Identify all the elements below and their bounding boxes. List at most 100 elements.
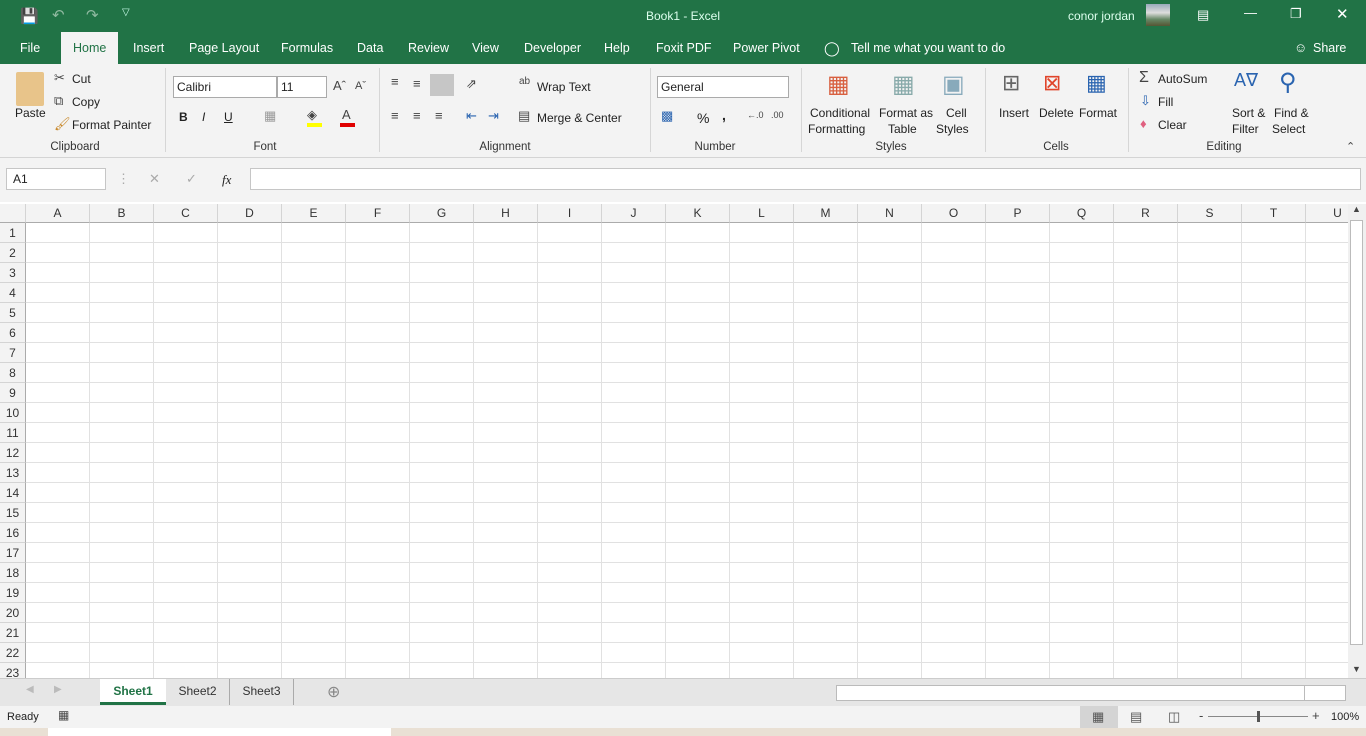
cut-button[interactable]: Cut [72, 72, 91, 86]
number-format-select[interactable]: General [657, 76, 789, 98]
tab-page-layout[interactable]: Page Layout [189, 32, 259, 64]
clear-button[interactable]: Clear [1158, 118, 1187, 132]
column-header-U[interactable]: U [1306, 204, 1348, 223]
row-header-14[interactable]: 14 [0, 483, 26, 503]
row-header-3[interactable]: 3 [0, 263, 26, 283]
prev-sheet-icon[interactable]: ◀ [26, 684, 34, 695]
vertical-scroll-thumb[interactable] [1350, 220, 1363, 645]
column-header-O[interactable]: O [922, 204, 986, 223]
align-middle-icon[interactable]: ≡ [413, 76, 421, 91]
row-header-13[interactable]: 13 [0, 463, 26, 483]
delete-cells-button[interactable]: Delete [1039, 106, 1074, 120]
row-header-9[interactable]: 9 [0, 383, 26, 403]
zoom-out-icon[interactable]: - [1199, 708, 1203, 723]
align-center-icon[interactable]: ≡ [413, 108, 421, 123]
tab-file[interactable]: File [20, 32, 40, 64]
enter-icon[interactable]: ✓ [186, 171, 197, 187]
worksheet-grid[interactable]: A B C D E F G H I J K L M N O P Q R S T U 1 2 3 4 5 6 7 8 9 10 11 12 13 14… [0, 204, 1348, 678]
copy-button[interactable]: Copy [72, 95, 100, 109]
column-header-H[interactable]: H [474, 204, 538, 223]
align-top-icon[interactable]: ≡ [391, 74, 399, 89]
restore-icon[interactable]: ❐ [1290, 6, 1302, 22]
vertical-scrollbar[interactable]: ▲ ▼ [1348, 204, 1366, 678]
bold-button[interactable]: B [179, 110, 188, 124]
comma-button[interactable]: , [722, 107, 726, 123]
decrease-font-icon[interactable]: Aˇ [355, 80, 366, 92]
increase-decimal-icon[interactable]: ←.0 [747, 110, 764, 120]
column-header-L[interactable]: L [730, 204, 794, 223]
column-header-J[interactable]: J [602, 204, 666, 223]
column-header-M[interactable]: M [794, 204, 858, 223]
row-header-19[interactable]: 19 [0, 583, 26, 603]
column-header-I[interactable]: I [538, 204, 602, 223]
formula-input[interactable] [250, 168, 1361, 190]
paste-icon[interactable] [16, 72, 44, 106]
row-header-1[interactable]: 1 [0, 223, 26, 243]
align-right-icon[interactable]: ≡ [435, 108, 443, 123]
add-sheet-icon[interactable]: ⊕ [327, 682, 340, 702]
tab-view[interactable]: View [472, 32, 499, 64]
zoom-in-icon[interactable]: + [1312, 708, 1320, 723]
column-header-G[interactable]: G [410, 204, 474, 223]
format-painter-button[interactable]: Format Painter [72, 118, 151, 132]
user-name[interactable]: conor jordan [1068, 9, 1135, 23]
borders-icon[interactable]: ▦ [264, 108, 276, 124]
font-color-icon[interactable]: A [342, 107, 351, 122]
row-header-20[interactable]: 20 [0, 603, 26, 623]
find-select-line1[interactable]: Find & [1274, 106, 1309, 120]
decrease-decimal-icon[interactable]: .00 [771, 110, 784, 120]
fill-color-icon[interactable]: ◈ [307, 107, 317, 123]
column-header-B[interactable]: B [90, 204, 154, 223]
macro-record-icon[interactable]: ▦ [58, 708, 69, 722]
row-header-5[interactable]: 5 [0, 303, 26, 323]
row-header-16[interactable]: 16 [0, 523, 26, 543]
tab-help[interactable]: Help [604, 32, 630, 64]
row-header-11[interactable]: 11 [0, 423, 26, 443]
sort-filter-line2[interactable]: Filter [1232, 122, 1259, 136]
conditional-formatting-line1[interactable]: Conditional [810, 106, 870, 120]
align-bottom-button[interactable] [430, 74, 454, 96]
autosum-button[interactable]: AutoSum [1158, 72, 1207, 86]
close-icon[interactable]: ✕ [1336, 5, 1349, 23]
sheet-tab-sheet3[interactable]: Sheet3 [230, 679, 294, 705]
name-box[interactable]: A1 [6, 168, 106, 190]
avatar[interactable] [1146, 4, 1170, 26]
select-all-button[interactable] [0, 204, 26, 223]
tab-developer[interactable]: Developer [524, 32, 581, 64]
tab-foxit-pdf[interactable]: Foxit PDF [656, 32, 712, 64]
fill-button[interactable]: Fill [1158, 95, 1173, 109]
italic-button[interactable]: I [202, 110, 205, 124]
taskbar-search[interactable] [48, 728, 391, 736]
wrap-text-button[interactable]: Wrap Text [537, 80, 591, 94]
row-header-21[interactable]: 21 [0, 623, 26, 643]
share-button[interactable]: Share [1313, 32, 1346, 64]
tab-review[interactable]: Review [408, 32, 449, 64]
scroll-down-icon[interactable]: ▼ [1352, 664, 1361, 674]
find-select-line2[interactable]: Select [1272, 122, 1305, 136]
row-header-10[interactable]: 10 [0, 403, 26, 423]
increase-font-icon[interactable]: Aˆ [333, 78, 346, 93]
font-size-select[interactable]: 11 [277, 76, 327, 98]
column-header-P[interactable]: P [986, 204, 1050, 223]
format-as-table-line2[interactable]: Table [888, 122, 917, 136]
tab-data[interactable]: Data [357, 32, 383, 64]
decrease-indent-icon[interactable]: ⇤ [466, 108, 477, 124]
insert-cells-button[interactable]: Insert [999, 106, 1029, 120]
font-name-select[interactable]: Calibri [173, 76, 277, 98]
accounting-format-icon[interactable]: ▩ [661, 108, 673, 124]
conditional-formatting-line2[interactable]: Formatting [808, 122, 865, 136]
tab-home[interactable]: Home [61, 32, 119, 64]
cell-styles-line1[interactable]: Cell [946, 106, 967, 120]
share-icon[interactable]: ☺ [1294, 40, 1307, 55]
column-header-N[interactable]: N [858, 204, 922, 223]
format-cells-button[interactable]: Format [1079, 106, 1117, 120]
row-header-12[interactable]: 12 [0, 443, 26, 463]
align-left-icon[interactable]: ≡ [391, 108, 399, 123]
orientation-icon[interactable]: ⇗ [466, 76, 477, 92]
paste-button[interactable]: Paste [15, 106, 46, 120]
column-header-F[interactable]: F [346, 204, 410, 223]
collapse-ribbon-icon[interactable]: ⌃ [1346, 140, 1355, 153]
row-header-4[interactable]: 4 [0, 283, 26, 303]
row-header-2[interactable]: 2 [0, 243, 26, 263]
underline-button[interactable]: U [224, 110, 233, 124]
